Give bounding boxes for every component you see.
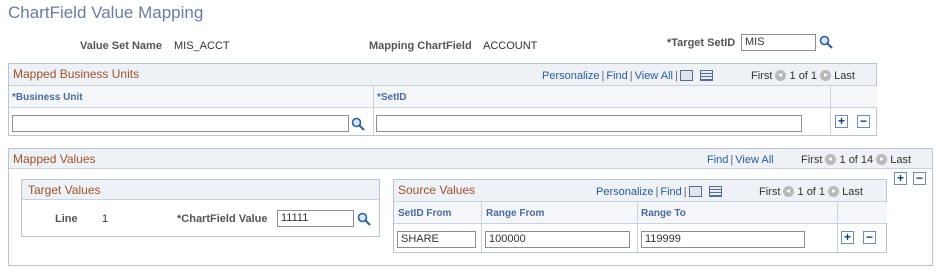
range-from-input[interactable]: 100000 — [485, 231, 630, 248]
grid-pager: First 1 of 1 Last — [759, 186, 863, 198]
last-label: Last — [890, 154, 912, 166]
add-row-button[interactable]: + — [835, 115, 848, 128]
chartfield-value-label: *ChartField Value — [177, 213, 268, 225]
delete-row-button[interactable]: − — [857, 115, 870, 128]
last-label: Last — [842, 186, 863, 198]
setid-from-input[interactable]: SHARE — [397, 231, 476, 248]
first-label: First — [759, 186, 781, 198]
column-range-to: Range To — [641, 208, 686, 219]
personalize-link[interactable]: Personalize — [596, 186, 653, 198]
arrow-right-icon[interactable] — [820, 70, 832, 81]
group-title: Target Values — [28, 183, 101, 197]
find-link[interactable]: Find — [606, 70, 627, 82]
value-set-name-label: Value Set Name — [80, 40, 162, 52]
target-setid-label: *Target SetID — [667, 37, 736, 49]
column-header-row: SetID From Range From Range To — [394, 202, 887, 224]
range-label: 1 of 1 — [797, 186, 826, 198]
line-value: 1 — [102, 213, 109, 225]
add-mapped-value-button[interactable]: + — [894, 172, 907, 185]
personalize-link[interactable]: Personalize — [542, 70, 599, 82]
find-link[interactable]: Find — [660, 186, 681, 198]
grid-title: Source Values — [398, 183, 476, 197]
divider — [837, 202, 838, 253]
magnifier-icon[interactable] — [819, 35, 833, 49]
target-values-group: Target Values Line 1 *ChartField Value 1… — [21, 179, 380, 237]
grid-pager: First 1 of 1 Last — [751, 70, 855, 82]
delete-mapped-value-button[interactable]: − — [913, 172, 926, 185]
arrow-right-icon[interactable] — [828, 186, 840, 197]
divider — [481, 202, 482, 253]
scroll-pager: First 1 of 14 Last — [801, 154, 911, 166]
download-icon[interactable] — [688, 186, 702, 197]
value-set-name-value: MIS_ACCT — [174, 40, 230, 52]
grid-title: Mapped Business Units — [13, 67, 140, 81]
download-icon[interactable] — [679, 70, 693, 81]
range-label: 1 of 1 — [789, 70, 818, 82]
scroll-nav: Find | View All — [707, 154, 774, 166]
source-values-grid: Source Values Personalize | Find | First 1 … — [393, 179, 887, 253]
last-label: Last — [834, 70, 855, 82]
chartfield-value-input[interactable]: 11111 — [277, 210, 354, 227]
mapped-values-scroll-area: Mapped Values Find | View All First 1 of 1… — [8, 148, 933, 266]
grid-nav: Personalize | Find | — [596, 186, 722, 198]
mapped-business-units-grid: Mapped Business Units Personalize | Find | V… — [8, 63, 877, 136]
arrow-left-icon[interactable] — [783, 186, 795, 197]
line-label: Line — [55, 213, 78, 225]
page-title: ChartField Value Mapping — [8, 3, 204, 22]
divider — [373, 86, 374, 136]
scroll-header: Mapped Values Find | View All First 1 of 1… — [9, 149, 932, 169]
range-to-input[interactable]: 119999 — [641, 231, 805, 248]
column-header-row: *Business Unit *SetID — [9, 86, 830, 108]
magnifier-icon[interactable] — [357, 212, 371, 226]
first-label: First — [801, 154, 823, 166]
arrow-left-icon[interactable] — [775, 70, 787, 81]
group-header: Target Values — [22, 180, 379, 200]
column-business-unit: *Business Unit — [12, 92, 83, 103]
column-setid: *SetID — [377, 92, 407, 103]
range-label: 1 of 14 — [839, 154, 874, 166]
find-link[interactable]: Find — [707, 154, 728, 166]
business-unit-input[interactable] — [12, 115, 349, 132]
column-setid-from: SetID From — [398, 208, 452, 219]
mapping-chartfield-value: ACCOUNT — [483, 40, 538, 52]
add-row-button[interactable]: + — [841, 231, 854, 244]
column-range-from: Range From — [486, 208, 545, 219]
grid-header: Source Values Personalize | Find | First 1 … — [394, 180, 886, 202]
arrow-right-icon[interactable] — [876, 154, 888, 165]
divider — [637, 202, 638, 253]
arrow-left-icon[interactable] — [825, 154, 837, 165]
grid-header: Mapped Business Units Personalize | Find | V… — [9, 64, 876, 86]
view-all-link[interactable]: View All — [735, 154, 773, 166]
delete-row-button[interactable]: − — [863, 231, 876, 244]
target-setid-input[interactable]: MIS — [741, 34, 816, 51]
first-label: First — [751, 70, 773, 82]
view-all-link[interactable]: View All — [635, 70, 673, 82]
scroll-title: Mapped Values — [13, 152, 96, 166]
setid-input[interactable] — [376, 115, 802, 132]
column-header-actions — [831, 86, 877, 108]
magnifier-icon[interactable] — [351, 117, 365, 131]
grid-icon[interactable] — [708, 186, 722, 197]
grid-nav: Personalize | Find | View All | — [542, 70, 713, 82]
grid-icon[interactable] — [699, 70, 713, 81]
mapping-chartfield-label: Mapping ChartField — [369, 40, 472, 52]
